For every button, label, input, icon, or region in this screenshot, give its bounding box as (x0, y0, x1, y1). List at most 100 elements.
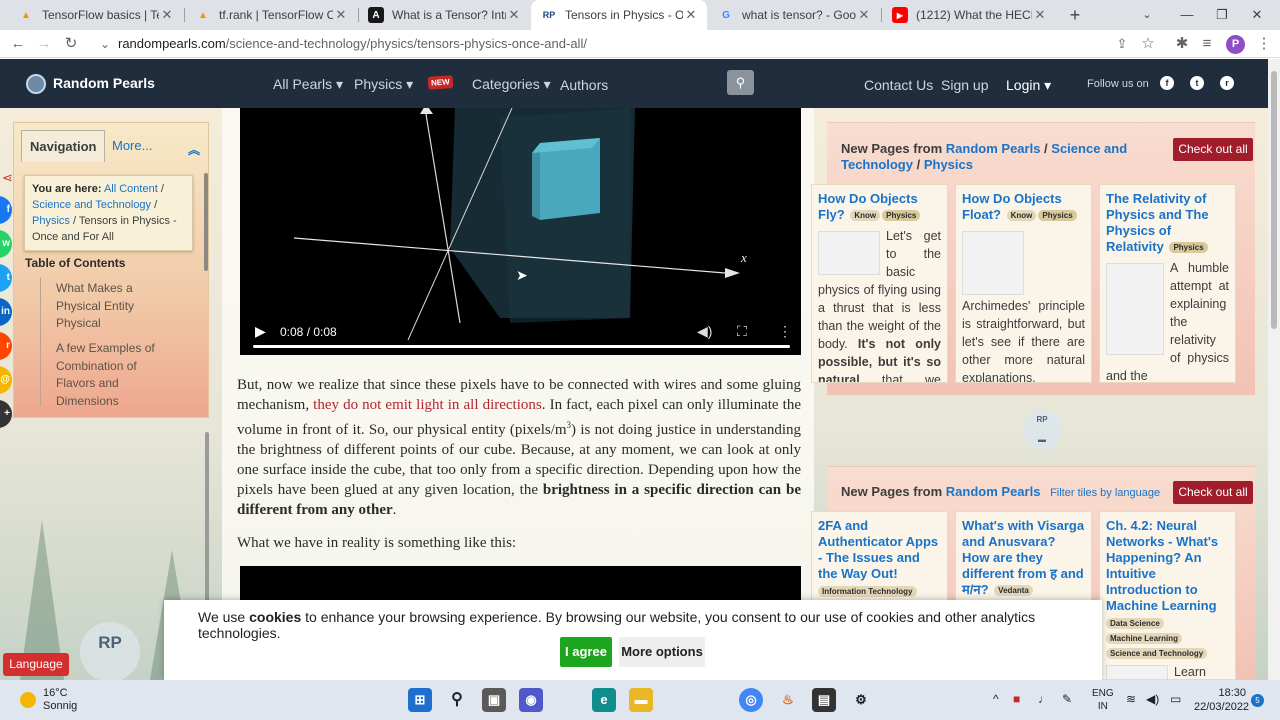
share-icon[interactable]: ⋖ (2, 170, 13, 186)
page-card[interactable]: Ch. 4.2: Neural Networks - What's Happen… (1099, 511, 1236, 680)
tab-more[interactable]: More... (104, 130, 160, 162)
chrome-icon[interactable]: ◎ (739, 688, 763, 712)
extensions-icon[interactable]: ✱ (1172, 34, 1192, 54)
browser-tab[interactable]: A What is a Tensor? Introduct ✕ (358, 0, 530, 30)
breadcrumb-all-content[interactable]: All Content (104, 183, 158, 195)
more-options-button[interactable]: More options (619, 637, 705, 667)
browser-tab-active[interactable]: RP Tensors in Physics - Once a ✕ (531, 0, 707, 30)
rp-floating-logo[interactable]: RP (80, 622, 140, 682)
page-card[interactable]: How Do Objects Float? Know Physics Archim… (955, 184, 1092, 383)
volume-icon[interactable]: ◀) (1146, 692, 1159, 706)
nav-authors[interactable]: Authors (560, 77, 608, 93)
app-icon-3[interactable]: ⚙ (849, 688, 873, 712)
new-tab-button[interactable]: + (1064, 4, 1086, 26)
chat-icon[interactable]: ◉ (519, 688, 543, 712)
card-title[interactable]: 2FA and Authenticator Apps - The Issues … (818, 518, 941, 582)
notification-badge[interactable]: 5 (1251, 694, 1264, 707)
contact-us-link[interactable]: Contact Us (864, 77, 933, 93)
browser-tab[interactable]: ▶ (1212) What the HECK is a T ✕ (882, 0, 1056, 30)
browser-tab[interactable]: ▲ TensorFlow basics | Tensor ✕ (8, 0, 183, 30)
video-menu-icon[interactable]: ⋮ (778, 323, 792, 340)
panel-scrollbar[interactable] (204, 173, 208, 271)
breadcrumb-science[interactable]: Science and Technology (32, 199, 151, 211)
battery-icon[interactable]: ▭ (1170, 692, 1181, 706)
forward-icon[interactable]: → (34, 34, 54, 54)
fullscreen-icon[interactable]: ⛶ (737, 323, 747, 340)
wifi-icon[interactable]: ≋ (1126, 692, 1136, 706)
page-card[interactable]: How Do Objects Fly? Know Physics Let's ge… (811, 184, 948, 383)
profile-avatar[interactable]: P (1226, 35, 1245, 54)
play-icon[interactable]: ▶ (255, 323, 266, 340)
card-tag[interactable]: Science and Technology (1106, 648, 1208, 660)
file-explorer-icon[interactable]: ▬ (629, 688, 653, 712)
link-physics[interactable]: Physics (924, 157, 973, 172)
site-info-icon[interactable]: ⌄ (95, 34, 115, 54)
edge-icon[interactable]: e (592, 688, 616, 712)
breadcrumb-physics[interactable]: Physics (32, 215, 70, 227)
facebook-icon[interactable]: f (1160, 76, 1174, 90)
toc-item[interactable]: A few Examples of Combination of Flavors… (56, 340, 176, 410)
check-out-all-button[interactable]: Check out all (1173, 138, 1253, 161)
close-window-button[interactable]: ✕ (1234, 0, 1280, 30)
language-indicator[interactable]: ENG IN (1092, 687, 1114, 713)
agree-button[interactable]: I agree (560, 637, 612, 667)
scrollbar-thumb[interactable] (1271, 71, 1277, 329)
browser-tab[interactable]: G what is tensor? - Google Se ✕ (708, 0, 880, 30)
link-random-pearls[interactable]: Random Pearls (946, 484, 1041, 499)
close-icon[interactable]: ✕ (333, 7, 349, 23)
tray-chevron-icon[interactable]: ^ (993, 692, 999, 706)
reload-icon[interactable]: ↻ (61, 34, 81, 54)
page-scrollbar[interactable] (1268, 59, 1280, 680)
card-tag[interactable]: Information Technology (818, 586, 917, 598)
weather-widget[interactable]: 16°C Sonnig (43, 687, 77, 713)
app-icon[interactable]: ♨ (776, 688, 800, 712)
reddit-icon[interactable]: r (1220, 76, 1234, 90)
card-tag[interactable]: Data Science (1106, 618, 1164, 630)
app-icon-2[interactable]: ▤ (812, 688, 836, 712)
login-menu[interactable]: Login ▾ (1006, 77, 1051, 94)
toc-item[interactable]: What Makes a Physical Entity Physical (56, 280, 176, 333)
tag-physics[interactable]: Physics (882, 210, 921, 222)
close-icon[interactable]: ✕ (159, 7, 175, 23)
tag-physics[interactable]: Physics (1038, 210, 1077, 222)
language-button[interactable]: Language (3, 653, 69, 676)
filter-by-language-link[interactable]: Filter tiles by language (1050, 487, 1160, 499)
nav-physics[interactable]: Physics ▾ (354, 76, 413, 93)
collapse-icon[interactable]: ︽ (188, 141, 200, 158)
share-icon[interactable]: ⇪ (1112, 34, 1132, 54)
back-icon[interactable]: ← (8, 34, 28, 54)
search-icon[interactable]: ⚲ (727, 70, 754, 95)
menu-icon[interactable]: ⋮ (1254, 34, 1274, 54)
tag-know[interactable]: Know (1006, 210, 1037, 222)
card-tag[interactable]: Machine Learning (1106, 633, 1183, 645)
sign-up-link[interactable]: Sign up (941, 77, 988, 93)
nav-all-pearls[interactable]: All Pearls ▾ (273, 76, 343, 93)
bookmark-star-icon[interactable]: ☆ (1138, 34, 1158, 54)
tray-app-icon[interactable]: ■ (1013, 692, 1020, 706)
video-player[interactable]: x ➤ ▶ 0:08 / 0:08 ◀) ⛶ ⋮ (240, 108, 801, 355)
close-icon[interactable]: ✕ (683, 7, 699, 23)
task-view-icon[interactable]: ▣ (482, 688, 506, 712)
search-icon[interactable]: ⚲ (445, 688, 469, 712)
check-out-all-button[interactable]: Check out all (1173, 481, 1253, 504)
nav-categories[interactable]: Categories ▾ (472, 76, 551, 93)
video-progress-bar[interactable] (253, 345, 790, 348)
card-tag[interactable]: Vedanta (994, 585, 1033, 597)
link-random-pearls[interactable]: Random Pearls (946, 141, 1041, 156)
browser-tab[interactable]: ▲ tf.rank | TensorFlow Core v ✕ (185, 0, 357, 30)
tag-physics[interactable]: Physics (1169, 242, 1208, 254)
reading-list-icon[interactable]: ≡ (1197, 34, 1217, 54)
tab-navigation[interactable]: Navigation (21, 130, 106, 162)
close-icon[interactable]: ✕ (506, 7, 522, 23)
close-icon[interactable]: ✕ (1032, 7, 1048, 23)
close-icon[interactable]: ✕ (856, 7, 872, 23)
start-icon[interactable]: ⊞ (408, 688, 432, 712)
address-bar[interactable]: randompearls.com/science-and-technology/… (118, 36, 587, 51)
site-logo[interactable]: Random Pearls (53, 75, 155, 91)
volume-icon[interactable]: ◀) (697, 323, 712, 340)
microphone-icon[interactable]: ♩ (1038, 692, 1050, 706)
twitter-icon[interactable]: t (1190, 76, 1204, 90)
logo-icon[interactable] (26, 74, 46, 94)
clock[interactable]: 18:30 22/03/2022 (1194, 686, 1249, 714)
pen-icon[interactable]: ✎ (1062, 692, 1072, 706)
